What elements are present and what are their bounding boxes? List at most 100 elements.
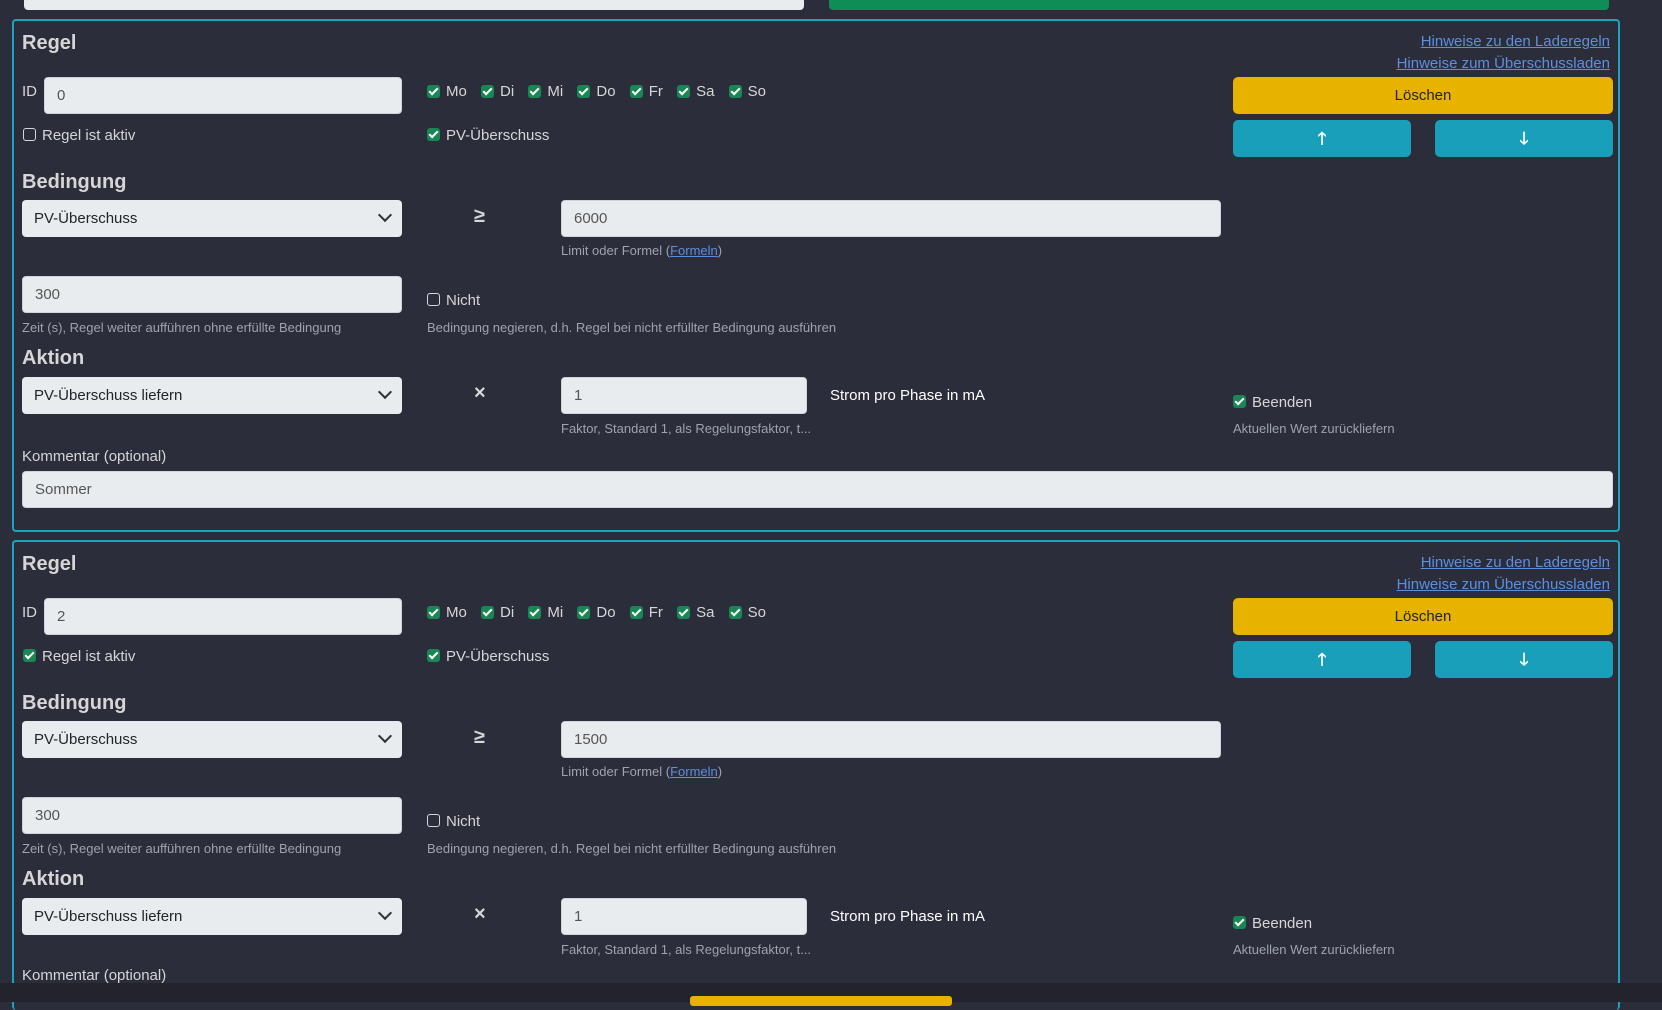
day-mi[interactable]: Mi bbox=[528, 83, 563, 100]
day-mo[interactable]: Mo bbox=[427, 83, 467, 100]
arrow-down-icon: 🡓 bbox=[1519, 650, 1529, 669]
day-fr[interactable]: Fr bbox=[629, 83, 663, 100]
id-label: ID bbox=[22, 604, 37, 621]
move-up-button[interactable]: 🡑 bbox=[1233, 120, 1411, 157]
unit-label: Strom pro Phase in mA bbox=[830, 908, 986, 925]
formulas-link[interactable]: Formeln bbox=[670, 243, 718, 258]
time-help: Zeit (s), Regel weiter aufführen ohne er… bbox=[22, 841, 342, 856]
not-help: Bedingung negieren, d.h. Regel bei nicht… bbox=[427, 320, 837, 335]
day-mi-checkbox[interactable] bbox=[528, 605, 542, 619]
day-di[interactable]: Di bbox=[481, 604, 514, 621]
day-so-checkbox[interactable] bbox=[728, 84, 742, 98]
condition-heading: Bedingung bbox=[22, 692, 127, 714]
day-sa[interactable]: Sa bbox=[677, 83, 714, 100]
id-label: ID bbox=[22, 83, 37, 100]
comment-input[interactable]: Sommer bbox=[22, 471, 1613, 508]
day-sa-checkbox[interactable] bbox=[677, 605, 691, 619]
day-so-checkbox[interactable] bbox=[728, 605, 742, 619]
rule-active-checkbox[interactable] bbox=[23, 128, 36, 142]
end-toggle[interactable]: Beenden bbox=[1233, 915, 1312, 932]
move-up-button[interactable]: 🡑 bbox=[1233, 641, 1411, 678]
day-mi[interactable]: Mi bbox=[528, 604, 563, 621]
comment-label: Kommentar (optional) bbox=[22, 967, 167, 984]
pv-surplus-toggle[interactable]: PV-Überschuss bbox=[427, 127, 549, 144]
limit-input[interactable]: 6000 bbox=[561, 200, 1221, 237]
weekday-checkboxes: Mo Di Mi Do Fr Sa So bbox=[427, 83, 776, 100]
time-input[interactable]: 300 bbox=[22, 797, 402, 834]
day-fr-checkbox[interactable] bbox=[629, 84, 643, 98]
bottom-button-partial[interactable] bbox=[690, 996, 952, 1006]
action-select[interactable]: PV-Überschuss liefern bbox=[22, 377, 402, 414]
time-input[interactable]: 300 bbox=[22, 276, 402, 313]
delete-button[interactable]: Löschen bbox=[1233, 598, 1613, 635]
not-checkbox[interactable] bbox=[427, 814, 440, 828]
day-di-checkbox[interactable] bbox=[481, 605, 495, 619]
unit-label: Strom pro Phase in mA bbox=[830, 387, 986, 404]
arrow-down-icon: 🡓 bbox=[1519, 129, 1529, 148]
pv-surplus-toggle[interactable]: PV-Überschuss bbox=[427, 648, 549, 665]
pv-surplus-checkbox[interactable] bbox=[427, 128, 440, 142]
day-do[interactable]: Do bbox=[577, 83, 616, 100]
day-so[interactable]: So bbox=[728, 604, 766, 621]
condition-heading: Bedingung bbox=[22, 171, 127, 193]
day-sa[interactable]: Sa bbox=[677, 604, 714, 621]
condition-select[interactable]: PV-Überschuss bbox=[22, 200, 402, 237]
end-checkbox[interactable] bbox=[1233, 395, 1246, 409]
day-di[interactable]: Di bbox=[481, 83, 514, 100]
end-toggle[interactable]: Beenden bbox=[1233, 394, 1312, 411]
link-hints-charge-rules[interactable]: Hinweise zu den Laderegeln bbox=[1421, 554, 1610, 571]
day-so[interactable]: So bbox=[728, 83, 766, 100]
arrow-up-icon: 🡑 bbox=[1317, 650, 1327, 669]
day-do-checkbox[interactable] bbox=[577, 605, 591, 619]
limit-help: Limit oder Formel (Formeln) bbox=[561, 243, 723, 258]
top-green-button-partial[interactable] bbox=[829, 0, 1609, 10]
day-mo-checkbox[interactable] bbox=[427, 605, 440, 619]
link-hints-charge-rules[interactable]: Hinweise zu den Laderegeln bbox=[1421, 33, 1610, 50]
not-toggle[interactable]: Nicht bbox=[427, 292, 480, 309]
link-hints-surplus[interactable]: Hinweise zum Überschussladen bbox=[1397, 55, 1610, 72]
day-do-checkbox[interactable] bbox=[577, 84, 591, 98]
top-field-partial[interactable] bbox=[24, 0, 804, 10]
rule-card-2: Regel Hinweise zu den Laderegeln Hinweis… bbox=[12, 540, 1620, 1010]
end-checkbox[interactable] bbox=[1233, 916, 1246, 930]
link-hints-surplus[interactable]: Hinweise zum Überschussladen bbox=[1397, 576, 1610, 593]
day-fr[interactable]: Fr bbox=[629, 604, 663, 621]
move-down-button[interactable]: 🡓 bbox=[1435, 641, 1613, 678]
day-mo-checkbox[interactable] bbox=[427, 84, 440, 98]
move-down-button[interactable]: 🡓 bbox=[1435, 120, 1613, 157]
operator-symbol: ≥ bbox=[474, 205, 485, 227]
rule-active-toggle[interactable]: Regel ist aktiv bbox=[23, 648, 135, 665]
action-heading: Aktion bbox=[22, 868, 85, 890]
multiply-symbol: × bbox=[474, 382, 486, 404]
day-mo[interactable]: Mo bbox=[427, 604, 467, 621]
end-help: Aktuellen Wert zurückliefern bbox=[1233, 421, 1395, 436]
pv-surplus-checkbox[interactable] bbox=[427, 649, 440, 663]
arrow-up-icon: 🡑 bbox=[1317, 129, 1327, 148]
operator-symbol: ≥ bbox=[474, 726, 485, 748]
day-fr-checkbox[interactable] bbox=[629, 605, 643, 619]
factor-input[interactable]: 1 bbox=[561, 898, 807, 935]
day-sa-checkbox[interactable] bbox=[677, 84, 691, 98]
formulas-link[interactable]: Formeln bbox=[670, 764, 718, 779]
time-help: Zeit (s), Regel weiter aufführen ohne er… bbox=[22, 320, 342, 335]
chevron-down-icon bbox=[377, 905, 393, 921]
chevron-down-icon bbox=[377, 728, 393, 744]
limit-input[interactable]: 1500 bbox=[561, 721, 1221, 758]
delete-button[interactable]: Löschen bbox=[1233, 77, 1613, 114]
day-di-checkbox[interactable] bbox=[481, 84, 495, 98]
day-do[interactable]: Do bbox=[577, 604, 616, 621]
id-input[interactable]: 2 bbox=[44, 598, 402, 635]
condition-select[interactable]: PV-Überschuss bbox=[22, 721, 402, 758]
rule-title: Regel bbox=[22, 553, 77, 575]
weekday-checkboxes: Mo Di Mi Do Fr Sa So bbox=[427, 604, 776, 621]
not-checkbox[interactable] bbox=[427, 293, 440, 307]
chevron-down-icon bbox=[377, 207, 393, 223]
factor-input[interactable]: 1 bbox=[561, 377, 807, 414]
action-select[interactable]: PV-Überschuss liefern bbox=[22, 898, 402, 935]
rule-active-checkbox[interactable] bbox=[23, 649, 36, 663]
rule-active-toggle[interactable]: Regel ist aktiv bbox=[23, 127, 135, 144]
not-toggle[interactable]: Nicht bbox=[427, 813, 480, 830]
factor-help: Faktor, Standard 1, als Regelungsfaktor,… bbox=[561, 421, 812, 436]
day-mi-checkbox[interactable] bbox=[528, 84, 542, 98]
id-input[interactable]: 0 bbox=[44, 77, 402, 114]
